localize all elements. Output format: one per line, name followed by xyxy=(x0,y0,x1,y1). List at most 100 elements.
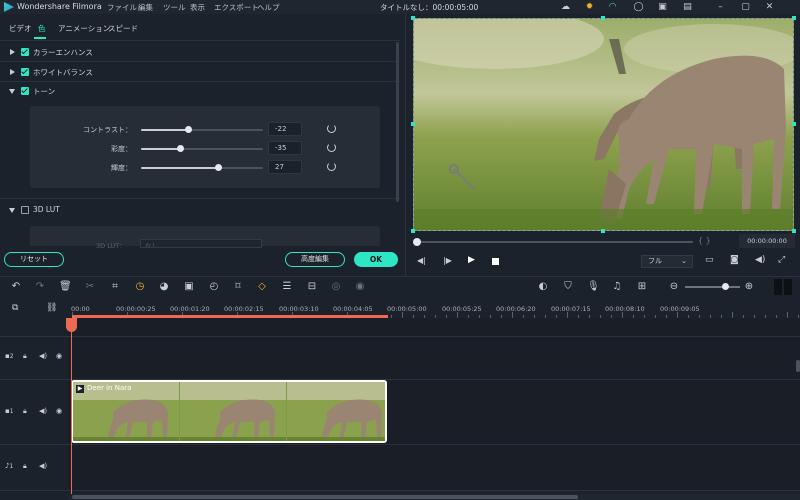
marker-icon[interactable]: ⛉ xyxy=(562,281,574,293)
collapse-arrow-icon[interactable] xyxy=(9,89,15,94)
monitor-icon[interactable]: ▭ xyxy=(705,255,714,265)
notification-icon[interactable]: ▤ xyxy=(682,2,693,12)
audio-track-1[interactable] xyxy=(68,445,800,490)
lock-icon[interactable]: 🔒︎ xyxy=(23,407,27,416)
eye-icon[interactable]: ◉ xyxy=(56,352,62,360)
cloud-icon[interactable]: ☁ xyxy=(560,2,571,12)
brightness-reset-icon[interactable] xyxy=(327,162,336,171)
lut-checkbox[interactable] xyxy=(21,206,29,214)
undo-icon[interactable]: ↶ xyxy=(10,281,22,293)
green-screen-icon[interactable]: ▣ xyxy=(183,281,195,293)
crop-icon[interactable]: ⌗ xyxy=(109,281,121,293)
tab-video[interactable]: ビデオ xyxy=(9,23,32,34)
delete-icon[interactable]: 🗑 xyxy=(59,281,72,293)
zoom-slider-track[interactable] xyxy=(685,286,740,288)
collapse-arrow-icon[interactable] xyxy=(9,208,15,213)
panel-toggle[interactable] xyxy=(774,279,782,295)
play-icon[interactable]: ▶ xyxy=(468,255,475,265)
contrast-reset-icon[interactable] xyxy=(327,124,336,133)
tab-speed[interactable]: スピード xyxy=(108,23,138,34)
timeline-vertical-scrollbar[interactable] xyxy=(796,360,800,372)
panel-toggle[interactable] xyxy=(784,279,792,295)
contrast-slider-knob[interactable] xyxy=(185,126,192,133)
lock-icon[interactable]: 🔒︎ xyxy=(23,462,27,471)
maximize-icon[interactable]: ▢ xyxy=(740,2,751,12)
timeline-scrollbar-thumb[interactable] xyxy=(72,495,578,499)
snapshot-timeline-icon[interactable]: ⊞ xyxy=(636,281,648,293)
minimize-icon[interactable]: – xyxy=(715,2,726,12)
menu-help[interactable]: ヘルプ xyxy=(257,2,280,13)
scrub-knob[interactable] xyxy=(413,238,421,246)
menu-tools[interactable]: ツール xyxy=(163,2,186,13)
color-enhance-checkbox[interactable] xyxy=(21,48,29,56)
focus-icon[interactable]: ⌑ xyxy=(232,281,244,293)
motion-tracking-icon[interactable]: ◎ xyxy=(330,281,342,293)
play-reverse-icon[interactable]: |▶ xyxy=(443,256,452,265)
timer-icon[interactable]: ◴ xyxy=(208,281,220,293)
menu-file[interactable]: ファイル xyxy=(107,2,137,13)
redo-icon[interactable]: ↷ xyxy=(34,281,46,293)
fullscreen-icon[interactable]: ⤢ xyxy=(778,255,785,265)
saturation-reset-icon[interactable] xyxy=(327,143,336,152)
save-icon[interactable]: ▣ xyxy=(657,2,668,12)
link-icon[interactable]: ⛓ xyxy=(46,303,57,313)
bulb-icon[interactable]: ✹ xyxy=(584,2,595,12)
white-balance-checkbox[interactable] xyxy=(21,68,29,76)
audio-stretch-icon[interactable]: ◉ xyxy=(354,281,366,293)
cut-icon[interactable]: ✂ xyxy=(84,281,96,293)
zoom-slider-knob[interactable] xyxy=(722,283,729,290)
reset-button[interactable]: リセット xyxy=(4,252,64,267)
speaker-icon[interactable]: ◀) xyxy=(39,352,47,360)
split-screen-icon[interactable]: ⊟ xyxy=(306,281,318,293)
menu-edit[interactable]: 編集 xyxy=(138,2,153,13)
saturation-slider-knob[interactable] xyxy=(177,145,184,152)
account-icon[interactable]: ◯ xyxy=(633,2,644,12)
resize-handle[interactable] xyxy=(601,16,605,20)
video-preview[interactable] xyxy=(413,18,794,231)
video-track-2[interactable] xyxy=(68,337,800,379)
menu-export[interactable]: エクスポート xyxy=(214,2,259,13)
tab-color[interactable]: 色 xyxy=(38,23,46,34)
saturation-value-field[interactable]: -35 xyxy=(268,141,302,155)
lut-dropdown[interactable]: なし xyxy=(140,239,262,248)
eye-icon[interactable]: ◉ xyxy=(56,407,62,415)
lock-icon[interactable]: 🔒︎ xyxy=(23,352,27,361)
resize-handle[interactable] xyxy=(411,122,415,126)
step-back-icon[interactable]: ◀| xyxy=(417,256,426,265)
contrast-value-field[interactable]: -22 xyxy=(268,122,302,136)
speaker-icon[interactable]: ◀) xyxy=(39,407,47,415)
render-icon[interactable]: ◐ xyxy=(537,281,549,293)
scrub-track[interactable] xyxy=(415,241,693,243)
color-icon[interactable]: ◕ xyxy=(158,281,170,293)
expand-arrow-icon[interactable] xyxy=(10,69,15,75)
stop-icon[interactable] xyxy=(492,258,499,265)
menu-view[interactable]: 表示 xyxy=(190,2,205,13)
ok-button[interactable]: OK xyxy=(354,252,398,267)
expand-arrow-icon[interactable] xyxy=(10,49,15,55)
tone-checkbox[interactable] xyxy=(21,87,29,95)
tab-animation[interactable]: アニメーション xyxy=(58,23,110,34)
snapshot-icon[interactable]: ◙ xyxy=(730,255,739,265)
adjust-icon[interactable]: ☰ xyxy=(281,281,293,293)
resize-handle[interactable] xyxy=(792,16,796,20)
mark-in-out-brackets[interactable]: { } xyxy=(698,236,711,245)
video-clip[interactable]: ▶ Deer in Nara xyxy=(71,380,387,443)
zoom-in-icon[interactable]: ⊕ xyxy=(743,281,755,293)
volume-icon[interactable]: ◀) xyxy=(755,255,765,265)
speaker-icon[interactable]: ◀) xyxy=(39,462,47,470)
add-track-icon[interactable]: ⧉ xyxy=(12,303,18,313)
speed-icon[interactable]: ◷ xyxy=(134,281,146,293)
close-icon[interactable]: ✕ xyxy=(764,2,775,12)
audio-mixer-icon[interactable]: ♫ xyxy=(611,281,623,293)
brightness-slider-knob[interactable] xyxy=(215,164,222,171)
resize-handle[interactable] xyxy=(792,122,796,126)
keyframe-icon[interactable]: ◇ xyxy=(256,281,268,293)
microphone-icon[interactable]: 🎙 xyxy=(587,281,600,293)
headset-icon[interactable]: ◠ xyxy=(607,2,618,12)
zoom-out-icon[interactable]: ⊖ xyxy=(668,281,680,293)
playhead-line[interactable] xyxy=(71,318,72,500)
quality-dropdown[interactable]: フル ⌄ xyxy=(641,255,693,268)
panel-scrollbar[interactable] xyxy=(396,42,399,202)
playhead-handle[interactable] xyxy=(66,318,77,332)
advanced-edit-button[interactable]: 高度編集 xyxy=(285,252,345,267)
